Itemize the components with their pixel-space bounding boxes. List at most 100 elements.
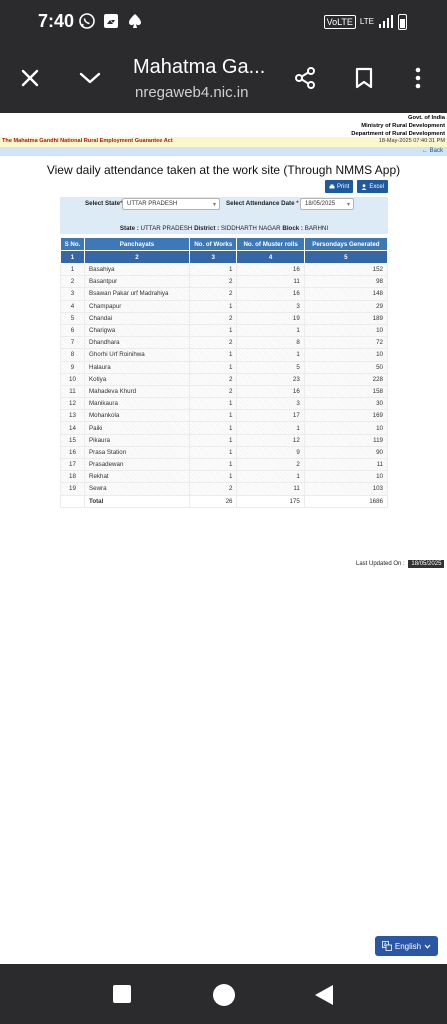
- cell-panchayat: Paiki: [84, 421, 190, 435]
- cell-muster-rolls[interactable]: 23: [236, 372, 305, 386]
- back-button[interactable]: [313, 983, 337, 1007]
- attendance-table: S No. Panchayats No. of Works No. of Mus…: [60, 237, 389, 508]
- cell-works: 2: [188, 384, 238, 399]
- date-label: Select Attendance Date *: [226, 200, 299, 207]
- share-button[interactable]: [289, 62, 321, 94]
- home-button[interactable]: [212, 983, 236, 1007]
- cell-persondays: 10: [303, 470, 389, 484]
- cell-persondays: 10: [303, 323, 389, 338]
- lte-label: LTE: [359, 17, 374, 26]
- cell-muster-rolls[interactable]: 8: [236, 336, 305, 350]
- cell-muster-rolls[interactable]: 1: [236, 323, 305, 338]
- android-nav-bar: [0, 964, 447, 1024]
- table-row: 17 Prasadewan 1 2 11: [60, 457, 389, 472]
- back-link[interactable]: ← Back: [422, 148, 443, 154]
- cell-sno: 1: [60, 262, 85, 277]
- cell-panchayat: Basantpur: [84, 275, 190, 289]
- cell-panchayat: Pikaura: [84, 433, 190, 447]
- table-row: 19 Sewra 2 11 103: [60, 482, 389, 496]
- translate-icon: A: [381, 941, 392, 951]
- cell-works: 1: [188, 262, 238, 277]
- cell-muster-rolls[interactable]: 16: [236, 262, 305, 277]
- cell-blank: [60, 494, 85, 508]
- table-row: 1 Basahiya 1 16 152: [60, 262, 389, 277]
- table-row: 13 Mohankola 1 17 169: [60, 409, 389, 423]
- language-button[interactable]: A English: [375, 936, 438, 956]
- cell-muster-rolls[interactable]: 1: [236, 348, 305, 362]
- table-row: 7 Dhandhara 2 8 72: [60, 336, 389, 350]
- close-tab-button[interactable]: [14, 62, 46, 94]
- table-row: 10 Kotiya 2 23 228: [60, 372, 389, 386]
- cell-persondays: 228: [303, 372, 389, 386]
- cell-works: 1: [188, 409, 238, 423]
- cell-muster-rolls[interactable]: 16: [236, 384, 305, 399]
- cell-works: 1: [188, 397, 238, 411]
- cell-works: 1: [188, 323, 238, 338]
- cell-muster-rolls[interactable]: 2: [236, 457, 305, 472]
- table-row: 4 Champapur 1 3 29: [60, 299, 389, 313]
- chevron-down-icon: [79, 72, 101, 84]
- cell-muster-rolls[interactable]: 19: [236, 311, 305, 325]
- page-title: View daily attendance taken at the work …: [46, 163, 401, 177]
- cell-panchayat: Mahadeva Khurd: [84, 384, 190, 399]
- signal-icon: [379, 15, 393, 28]
- cell-muster-rolls[interactable]: 1: [236, 421, 305, 435]
- state-select[interactable]: UTTAR PRADESH ▾: [122, 198, 220, 210]
- excel-button[interactable]: Excel: [357, 180, 388, 193]
- cell-persondays: 98: [303, 275, 389, 289]
- location-summary: State : UTTAR PRADESH District : SIDDHAR…: [119, 225, 329, 232]
- chevron-down-icon: ▾: [346, 202, 350, 208]
- cell-sno: 6: [60, 323, 85, 338]
- chevron-down-icon: ▾: [212, 202, 216, 208]
- cell-works: 2: [188, 287, 238, 301]
- cell-muster-rolls[interactable]: 3: [236, 299, 305, 313]
- recents-button[interactable]: [111, 983, 135, 1007]
- cell-panchayat: Kotiya: [84, 372, 190, 386]
- minimize-button[interactable]: [74, 62, 106, 94]
- cell-muster-rolls[interactable]: 17: [236, 409, 305, 423]
- cell-panchayat: Ghorhi Urf Roinihwa: [84, 348, 190, 362]
- cell-sno: 18: [60, 470, 85, 484]
- total-muster-rolls: 175: [236, 494, 305, 508]
- spade-icon: [129, 14, 141, 28]
- cell-panchayat: Champapur: [84, 299, 190, 313]
- triangle-back-icon: [315, 985, 333, 1005]
- cell-works: 2: [188, 482, 238, 496]
- user-icon: [361, 183, 367, 190]
- whatsapp-icon: [79, 13, 95, 29]
- bookmark-button[interactable]: [348, 62, 380, 94]
- date-select[interactable]: 18/05/2025 ▾: [300, 198, 354, 210]
- table-row: 9 Halaura 1 5 50: [60, 360, 389, 374]
- cell-muster-rolls[interactable]: 16: [236, 287, 305, 301]
- cell-muster-rolls[interactable]: 11: [236, 482, 305, 496]
- cell-works: 2: [188, 275, 238, 289]
- cell-muster-rolls[interactable]: 5: [236, 360, 305, 374]
- cell-persondays: 50: [303, 360, 389, 374]
- cell-muster-rolls[interactable]: 3: [236, 397, 305, 411]
- more-options-button[interactable]: [402, 62, 434, 94]
- url-text[interactable]: nregaweb4.nic.in: [135, 84, 248, 101]
- cell-sno: 8: [60, 348, 85, 362]
- cell-sno: 19: [60, 482, 85, 496]
- table-row: 11 Mahadeva Khurd 2 16 158: [60, 384, 389, 399]
- cell-panchayat: Mohankola: [84, 409, 190, 423]
- cell-persondays: 148: [303, 287, 389, 301]
- table-row: 8 Ghorhi Urf Roinihwa 1 1 10: [60, 348, 389, 362]
- excel-label: Excel: [369, 183, 384, 190]
- cell-muster-rolls[interactable]: 1: [236, 470, 305, 484]
- cell-panchayat: Basahiya: [84, 262, 190, 277]
- cell-sno: 7: [60, 336, 85, 350]
- cell-muster-rolls[interactable]: 12: [236, 433, 305, 447]
- last-updated: Last Updated On : 18/05/2025: [356, 560, 445, 568]
- print-button[interactable]: Print: [324, 180, 354, 193]
- table-header-row: S No. Panchayats No. of Works No. of Mus…: [60, 237, 389, 251]
- cell-persondays: 119: [303, 433, 389, 447]
- cell-muster-rolls[interactable]: 9: [236, 445, 305, 460]
- cell-panchayat: Halaura: [84, 360, 190, 374]
- header-datetime: 18-May-2025 07:40:31 PM: [378, 138, 445, 144]
- table-row: 12 Manikaura 1 3 30: [60, 397, 389, 411]
- circle-icon: [213, 984, 235, 1006]
- cell-muster-rolls[interactable]: 11: [236, 275, 305, 289]
- total-works: 26: [188, 494, 238, 508]
- cell-sno: 12: [60, 397, 85, 411]
